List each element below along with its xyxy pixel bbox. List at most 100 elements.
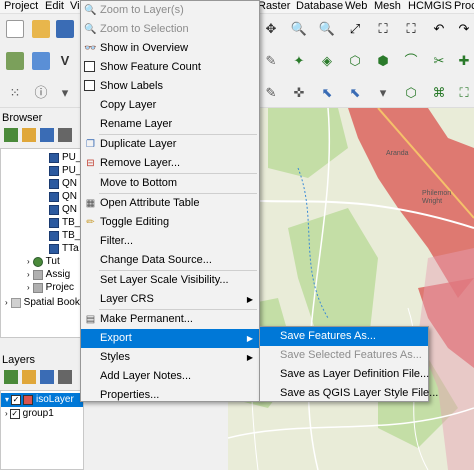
browser-item[interactable]: PU_ [49, 151, 81, 164]
chevron-right-icon[interactable]: › [5, 407, 8, 420]
checkbox-icon[interactable] [84, 61, 95, 72]
add-group-icon[interactable] [22, 370, 36, 384]
reshape-icon[interactable]: ⌒ [402, 52, 420, 70]
menu-duplicate-layer[interactable]: ❐ Duplicate Layer [81, 135, 259, 154]
menu-styles[interactable]: Styles ▶ [81, 348, 259, 367]
browser-item[interactable]: › Tut [27, 255, 60, 268]
vertex-tool-icon[interactable]: ✜ [290, 84, 308, 102]
menu-show-feature-count[interactable]: Show Feature Count [81, 58, 259, 77]
menu-set-scale-visibility[interactable]: Set Layer Scale Visibility... [81, 271, 259, 290]
zoom-next-icon[interactable]: ↷ [455, 20, 473, 38]
refresh-icon[interactable] [4, 128, 18, 142]
menu-properties[interactable]: Properties... [81, 386, 259, 405]
filter-icon[interactable] [58, 370, 72, 384]
dropdown-arrow-icon[interactable]: ▾ [374, 84, 392, 102]
menu-remove-layer[interactable]: ⊟ Remove Layer... [81, 154, 259, 173]
browser-item[interactable]: › Spatial Book [5, 296, 80, 309]
move-feature-icon[interactable]: ⬢ [374, 52, 392, 70]
node-tool-icon[interactable]: ◈ [318, 52, 336, 70]
chevron-right-icon[interactable]: › [27, 281, 30, 294]
chevron-down-icon[interactable]: ▾ [5, 393, 9, 406]
vertex-editor-icon[interactable]: ⬡ [402, 84, 420, 102]
zoom-in-icon[interactable]: 🔍 [290, 20, 308, 38]
menu-show-labels[interactable]: Show Labels [81, 77, 259, 96]
browser-item[interactable]: TTa [49, 242, 79, 255]
menu-make-permanent[interactable]: ▤ Make Permanent... [81, 310, 259, 329]
menu-move-to-bottom[interactable]: Move to Bottom [81, 174, 259, 193]
split-icon[interactable]: ✂ [430, 52, 448, 70]
label-tool-icon[interactable]: ✎ [262, 84, 280, 102]
menu-save-features-as[interactable]: Save Features As... [260, 327, 428, 346]
snapping-icon[interactable]: ⛶ [455, 84, 473, 102]
menu-add-layer-notes[interactable]: Add Layer Notes... [81, 367, 259, 386]
select-icon[interactable]: ▾ [56, 84, 74, 102]
menu-zoom-to-selection[interactable]: 🔍 Zoom to Selection [81, 20, 259, 39]
menu-hcmgis[interactable]: HCMGIS [404, 0, 456, 13]
save-project-icon[interactable] [56, 20, 74, 38]
pan-icon[interactable]: ✥ [262, 20, 280, 38]
menu-zoom-to-layer[interactable]: 🔍 Zoom to Layer(s) [81, 1, 259, 20]
measure-icon[interactable]: ⁙ [6, 84, 24, 102]
layer-item[interactable]: ▾ ✓ isoLayer [5, 393, 74, 406]
zoom-selection-icon[interactable]: ⛶ [402, 20, 420, 38]
menu-filter[interactable]: Filter... [81, 232, 259, 251]
polygon-tool-icon[interactable]: ⬡ [346, 52, 364, 70]
visibility-icon[interactable] [40, 370, 54, 384]
add-folder-icon[interactable] [22, 128, 36, 142]
checkbox-icon[interactable]: ✓ [9, 408, 20, 419]
style-icon[interactable] [4, 370, 18, 384]
node-edit-icon[interactable]: ⌘ [430, 84, 448, 102]
select-polygon-icon[interactable]: ⬉ [346, 84, 364, 102]
identify-icon[interactable]: ⓘ [32, 84, 50, 102]
browser-item[interactable]: TB_ [49, 216, 80, 229]
chevron-right-icon[interactable]: › [5, 296, 8, 309]
menu-edit[interactable]: Edit [41, 0, 68, 13]
menu-change-data-source[interactable]: Change Data Source... [81, 251, 259, 270]
add-layer-icon[interactable] [32, 52, 50, 70]
menu-mesh[interactable]: Mesh [370, 0, 405, 13]
browser-toolbar [0, 126, 82, 146]
open-project-icon[interactable] [32, 20, 50, 38]
zoom-layer-icon[interactable]: ⛶ [374, 20, 392, 38]
new-project-icon[interactable] [6, 20, 24, 38]
select-features-icon[interactable]: ⬉ [318, 84, 336, 102]
browser-item[interactable]: QN [49, 177, 77, 190]
add-vector-icon[interactable]: V [56, 52, 74, 70]
browser-item[interactable]: QN [49, 190, 77, 203]
menu-save-qgis-style[interactable]: Save as QGIS Layer Style File... [260, 384, 438, 403]
menu-layer-crs[interactable]: Layer CRS ▶ [81, 290, 259, 309]
menu-save-layer-definition[interactable]: Save as Layer Definition File... [260, 365, 429, 384]
digitize-icon[interactable] [6, 52, 24, 70]
edit-icon[interactable]: ✎ [262, 52, 280, 70]
menu-project[interactable]: Project [0, 0, 42, 13]
zoom-full-icon[interactable]: ⤢ [346, 20, 364, 38]
browser-item[interactable]: QN [49, 203, 77, 216]
chevron-right-icon[interactable]: › [27, 268, 30, 281]
filter-icon[interactable] [40, 128, 54, 142]
browser-item[interactable]: › Projec [27, 281, 74, 294]
menu-web[interactable]: Web [341, 0, 371, 13]
merge-icon[interactable]: ✚ [455, 52, 473, 70]
chevron-right-icon[interactable]: › [27, 255, 30, 268]
menu-save-selected-features-as[interactable]: Save Selected Features As... [260, 346, 428, 365]
browser-item[interactable]: TB_ [49, 229, 80, 242]
browser-item[interactable]: PU_ [49, 164, 81, 177]
menu-processing[interactable]: Proc [450, 0, 474, 13]
menu-export[interactable]: Export ▶ [81, 329, 259, 348]
menu-raster[interactable]: Raster [254, 0, 294, 13]
layer-item[interactable]: › ✓ group1 [5, 407, 54, 420]
zoom-last-icon[interactable]: ↶ [430, 20, 448, 38]
browser-item[interactable]: › Assig [27, 268, 70, 281]
menu-show-in-overview[interactable]: 👓 Show in Overview [81, 39, 259, 58]
map-canvas[interactable]: Aranda Philemon Wright [228, 108, 474, 470]
menu-database[interactable]: Database [292, 0, 347, 13]
checkbox-icon[interactable]: ✓ [11, 394, 22, 405]
menu-copy-layer[interactable]: Copy Layer [81, 96, 259, 115]
zoom-out-icon[interactable]: 🔍 [318, 20, 336, 38]
collapse-icon[interactable] [58, 128, 72, 142]
digitize-tools-icon[interactable]: ✦ [290, 52, 308, 70]
menu-open-attribute-table[interactable]: ▦ Open Attribute Table [81, 194, 259, 213]
checkbox-icon[interactable] [84, 80, 95, 91]
menu-toggle-editing[interactable]: ✏ Toggle Editing [81, 213, 259, 232]
menu-rename-layer[interactable]: Rename Layer [81, 115, 259, 134]
